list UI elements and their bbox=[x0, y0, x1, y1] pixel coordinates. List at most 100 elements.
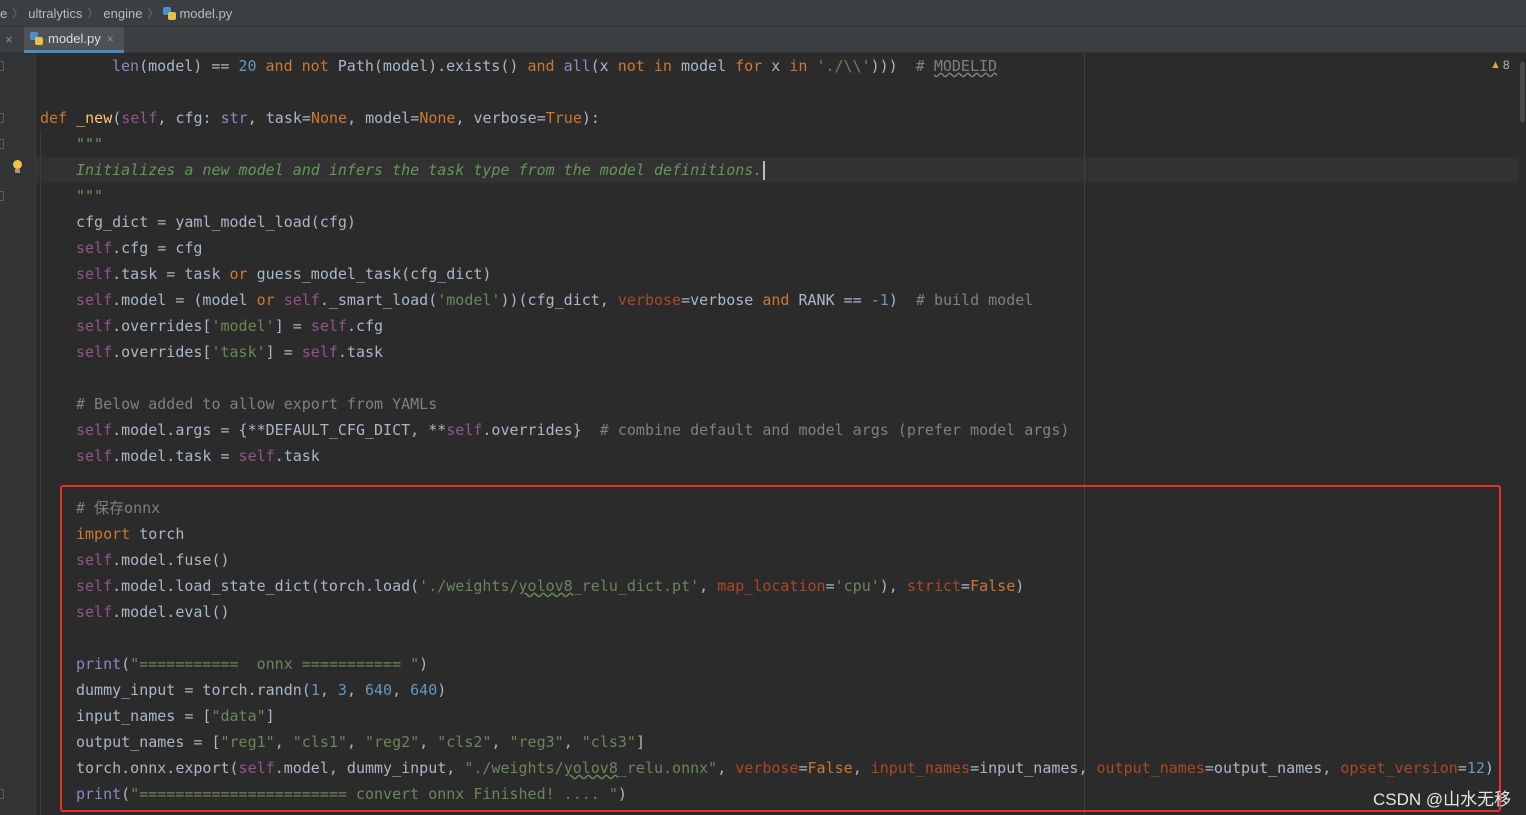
code-token: .model.task = bbox=[112, 447, 239, 465]
code-token: .model = (model bbox=[112, 291, 257, 309]
code-token: .task bbox=[337, 343, 384, 361]
code-token: 'task' bbox=[211, 343, 266, 361]
code-token: ) bbox=[888, 291, 916, 309]
breadcrumb-label: engine bbox=[103, 5, 143, 21]
code-token: ): bbox=[581, 109, 600, 127]
code-token: def bbox=[40, 109, 68, 127]
code-line[interactable]: self.model.task = self.task bbox=[76, 443, 320, 469]
code-token: .cfg bbox=[346, 317, 384, 335]
code-token: self bbox=[238, 447, 275, 465]
code-line[interactable]: """ bbox=[76, 131, 103, 157]
code-line[interactable]: self.model.args = {**DEFAULT_CFG_DICT, *… bbox=[76, 417, 1069, 443]
code-token: or bbox=[229, 265, 248, 283]
watermark: CSDN @山水无移 bbox=[1373, 790, 1512, 809]
code-line[interactable]: self.cfg = cfg bbox=[76, 235, 202, 261]
code-line[interactable]: self.overrides['task'] = self.task bbox=[76, 339, 383, 365]
fold-marker-icon[interactable] bbox=[0, 139, 4, 149]
code-token: True bbox=[545, 109, 582, 127]
code-token: self bbox=[76, 421, 113, 439]
code-token: or bbox=[256, 291, 275, 309]
code-token: 20 bbox=[238, 57, 257, 75]
inspection-widget[interactable]: ▲ 8 bbox=[1490, 58, 1510, 72]
breadcrumb: e 〉 ultralytics 〉 engine 〉 model.py bbox=[0, 0, 1526, 27]
code-token: .overrides[ bbox=[112, 343, 212, 361]
code-token: # combine default and model args (prefer… bbox=[599, 421, 1070, 439]
code-line[interactable]: self.model = (model or self._smart_load(… bbox=[76, 287, 1033, 313]
python-file-icon bbox=[163, 6, 177, 20]
code-token: in bbox=[653, 57, 672, 75]
vertical-scrollbar[interactable] bbox=[1519, 53, 1526, 815]
fold-marker-icon[interactable] bbox=[0, 61, 4, 71]
scrollbar-thumb[interactable] bbox=[1520, 62, 1525, 122]
code-token: # Below added to allow export from YAMLs bbox=[76, 395, 438, 413]
code-token: len bbox=[112, 57, 140, 75]
line-gutter[interactable] bbox=[0, 53, 36, 815]
breadcrumb-item-engine[interactable]: engine bbox=[103, 6, 142, 21]
code-token: MODELID bbox=[933, 57, 998, 75]
editor-tab-bar: × model.py × bbox=[0, 27, 1526, 53]
code-line[interactable]: len(model) == 20 and not Path(model).exi… bbox=[112, 53, 997, 79]
code-token: , verbose= bbox=[455, 109, 546, 127]
breadcrumb-item-model-py[interactable]: model.py bbox=[163, 6, 232, 21]
code-token: self bbox=[301, 343, 338, 361]
code-line[interactable]: # Below added to allow export from YAMLs bbox=[76, 391, 437, 417]
code-line[interactable]: self.overrides['model'] = self.cfg bbox=[76, 313, 383, 339]
breadcrumb-item-ultralytics[interactable]: ultralytics bbox=[28, 6, 82, 21]
fold-marker-icon[interactable] bbox=[0, 113, 4, 123]
fold-marker-icon[interactable] bbox=[0, 191, 4, 201]
code-token: # bbox=[915, 57, 934, 75]
breadcrumb-item-cut[interactable]: e bbox=[0, 6, 7, 21]
code-token: ._smart_load( bbox=[319, 291, 438, 309]
code-token: self bbox=[310, 317, 347, 335]
code-token: 'model' bbox=[437, 291, 501, 309]
code-token: self bbox=[121, 109, 158, 127]
code-token: and bbox=[265, 57, 293, 75]
tab-close-icon[interactable]: × bbox=[107, 32, 114, 46]
code-line[interactable]: self.task = task or guess_model_task(cfg… bbox=[76, 261, 491, 287]
code-token: .overrides[ bbox=[112, 317, 212, 335]
code-token: Initializes a new model and infers the t… bbox=[76, 161, 763, 179]
fold-marker-icon[interactable] bbox=[0, 789, 4, 799]
code-token: ] = bbox=[274, 317, 311, 335]
tab-model-py[interactable]: model.py × bbox=[24, 27, 124, 53]
code-token: and bbox=[762, 291, 790, 309]
code-token: None bbox=[419, 109, 456, 127]
code-token: 'model' bbox=[211, 317, 275, 335]
code-token: -1 bbox=[870, 291, 889, 309]
lightbulb-icon[interactable] bbox=[12, 160, 23, 174]
code-token: cfg_dict = yaml_model_load(cfg) bbox=[76, 213, 356, 231]
close-icon[interactable]: × bbox=[5, 32, 13, 47]
code-token: model bbox=[671, 57, 736, 75]
breadcrumb-label: model.py bbox=[179, 5, 233, 21]
code-line[interactable]: """ bbox=[76, 183, 103, 209]
breadcrumb-label: e bbox=[0, 5, 8, 21]
breadcrumb-label: ultralytics bbox=[28, 5, 83, 21]
breadcrumb-separator-icon: 〉 bbox=[12, 8, 24, 20]
breadcrumb-separator-icon: 〉 bbox=[87, 8, 99, 20]
code-token: self bbox=[76, 291, 113, 309]
code-token: ))) bbox=[870, 57, 916, 75]
code-token: self bbox=[283, 291, 320, 309]
code-token: (x bbox=[590, 57, 618, 75]
code-line[interactable]: cfg_dict = yaml_model_load(cfg) bbox=[76, 209, 356, 235]
python-file-icon bbox=[30, 32, 43, 45]
code-token: for bbox=[735, 57, 763, 75]
code-line[interactable]: def _new(self, cfg: str, task=None, mode… bbox=[40, 105, 600, 131]
code-token: .overrides} bbox=[482, 421, 600, 439]
code-line[interactable]: Initializes a new model and infers the t… bbox=[76, 157, 766, 183]
code-token: verbose bbox=[617, 291, 682, 309]
code-token: self bbox=[76, 317, 113, 335]
code-token: , task= bbox=[247, 109, 311, 127]
code-token: .task = task bbox=[112, 265, 230, 283]
code-token: (model) == bbox=[139, 57, 239, 75]
warning-count: 8 bbox=[1502, 58, 1510, 72]
text-caret bbox=[763, 161, 766, 180]
code-token: in bbox=[789, 57, 808, 75]
code-token: =verbose bbox=[681, 291, 763, 309]
code-token: self bbox=[76, 447, 113, 465]
code-token: Path(model).exists() bbox=[328, 57, 528, 75]
code-token: , cfg: bbox=[157, 109, 221, 127]
code-token: """ bbox=[76, 135, 104, 153]
